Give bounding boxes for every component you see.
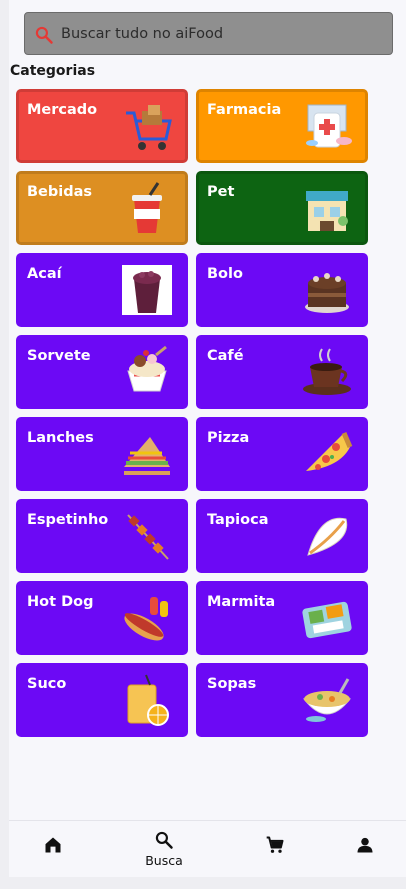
category-card-acai[interactable]: Acaí <box>16 253 188 327</box>
search-bar[interactable] <box>24 12 393 55</box>
category-label: Sopas <box>207 676 257 692</box>
section-title: Categorias <box>10 63 96 79</box>
category-card-espetinho[interactable]: Espetinho <box>16 499 188 573</box>
shopping-cart-icon <box>126 105 172 150</box>
category-label: Marmita <box>207 594 276 610</box>
sandwich-icon <box>124 437 170 475</box>
person-icon <box>357 837 373 853</box>
acai-cup-icon <box>122 265 172 315</box>
tapioca-icon <box>307 517 348 556</box>
soup-bowl-icon <box>302 678 352 722</box>
hot-dog-icon <box>124 597 168 641</box>
nav-item-cart[interactable] <box>240 821 310 877</box>
coffee-cup-icon <box>303 348 351 395</box>
home-icon <box>45 837 61 853</box>
category-label: Acaí <box>27 266 62 282</box>
category-label: Suco <box>27 676 67 692</box>
category-card-cafe[interactable]: Café <box>196 335 368 409</box>
category-label: Farmacia <box>207 102 282 118</box>
drink-cup-icon <box>132 182 162 233</box>
search-input[interactable] <box>61 21 381 47</box>
ice-cream-icon <box>127 345 167 392</box>
category-card-mercado[interactable]: Mercado <box>16 89 188 163</box>
category-card-lanches[interactable]: Lanches <box>16 417 188 491</box>
nav-label: Busca <box>145 853 183 868</box>
bottom-nav: Busca <box>9 820 406 877</box>
search-icon <box>35 26 53 44</box>
skewer-icon <box>127 514 169 560</box>
category-label: Sorvete <box>27 348 91 364</box>
nav-item-search[interactable]: Busca <box>129 821 199 877</box>
juice-glass-icon <box>127 674 169 726</box>
nav-item-home[interactable] <box>18 821 88 877</box>
category-label: Pizza <box>207 430 250 446</box>
pet-shop-icon <box>306 191 348 231</box>
category-label: Pet <box>207 184 235 200</box>
category-card-tapioca[interactable]: Tapioca <box>196 499 368 573</box>
category-card-pizza[interactable]: Pizza <box>196 417 368 491</box>
category-label: Bebidas <box>27 184 93 200</box>
category-card-marmita[interactable]: Marmita <box>196 581 368 655</box>
category-label: Espetinho <box>27 512 109 528</box>
search-icon <box>155 831 173 849</box>
category-label: Mercado <box>27 102 98 118</box>
category-card-hot-dog[interactable]: Hot Dog <box>16 581 188 655</box>
category-label: Hot Dog <box>27 594 94 610</box>
pizza-slice-icon <box>306 432 353 471</box>
category-label: Bolo <box>207 266 243 282</box>
lunchbox-icon <box>302 601 352 639</box>
category-card-bolo[interactable]: Bolo <box>196 253 368 327</box>
category-card-pet[interactable]: Pet <box>196 171 368 245</box>
category-card-sopas[interactable]: Sopas <box>196 663 368 737</box>
category-card-suco[interactable]: Suco <box>16 663 188 737</box>
cake-icon <box>305 273 349 313</box>
cart-icon <box>266 836 284 853</box>
category-card-farmacia[interactable]: Farmacia <box>196 89 368 163</box>
category-label: Tapioca <box>207 512 269 528</box>
category-card-sorvete[interactable]: Sorvete <box>16 335 188 409</box>
category-label: Café <box>207 348 244 364</box>
nav-item-person[interactable] <box>330 821 400 877</box>
category-label: Lanches <box>27 430 94 446</box>
pharmacy-icon <box>306 104 352 148</box>
category-card-bebidas[interactable]: Bebidas <box>16 171 188 245</box>
